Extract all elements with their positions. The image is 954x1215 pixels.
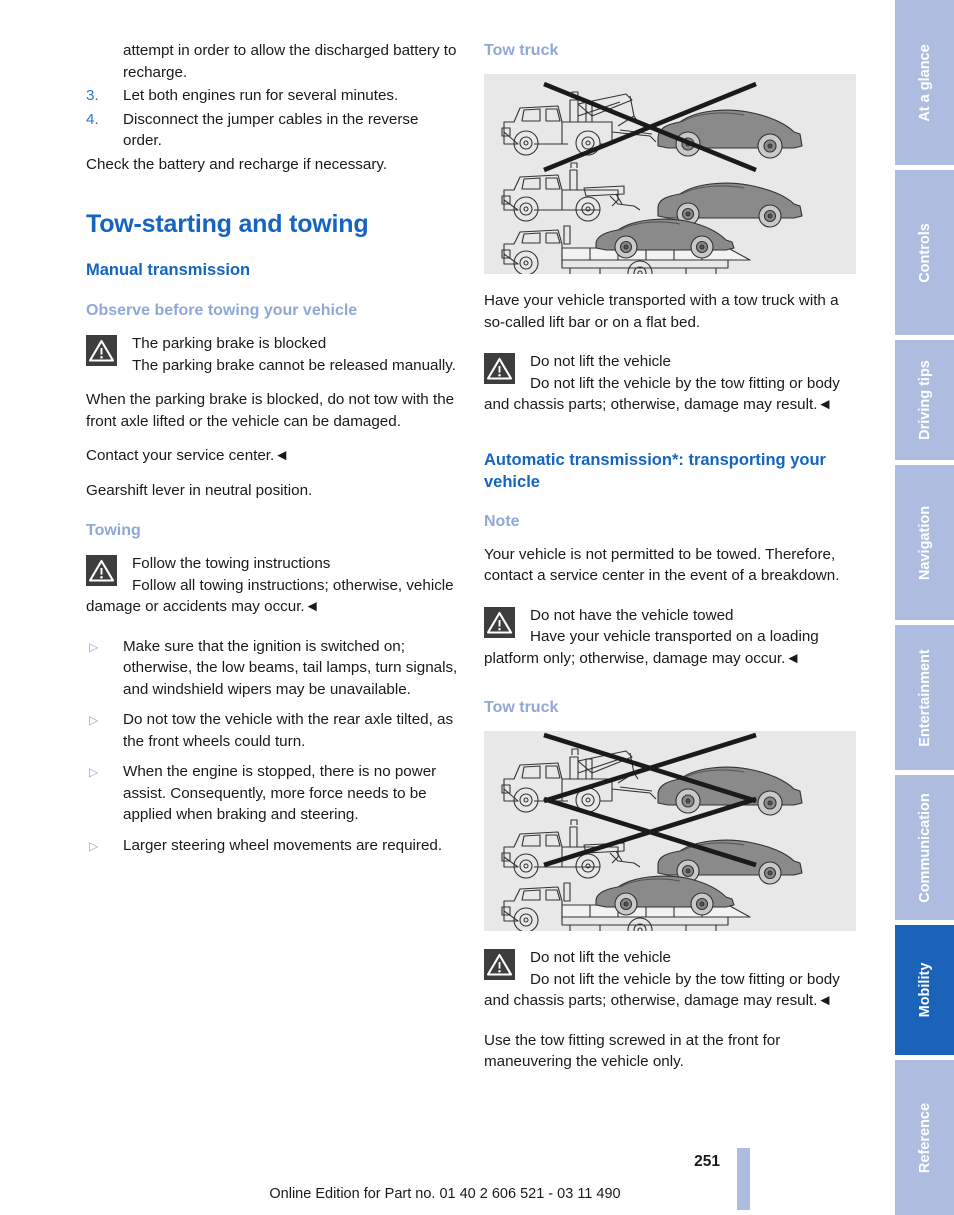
warning-body: Have your vehicle transported on a loadi… <box>484 628 819 667</box>
step-number: 3. <box>86 87 99 104</box>
figure-tow-truck-manual <box>484 74 856 274</box>
step-text: Let both engines run for several minutes… <box>123 87 399 104</box>
bullet-text: When the engine is stopped, there is no … <box>123 763 437 823</box>
warning-headline: The parking brake is blocked <box>132 335 327 352</box>
after-steps-paragraph: Check the battery and recharge if necess… <box>86 155 388 173</box>
sidebar-tab-driving-tips[interactable]: Driving tips <box>895 340 954 460</box>
triangle-bullet-icon: ▷ <box>89 713 99 727</box>
paragraph-transport-with-tow-truck: Have your vehicle transported with a tow… <box>484 292 839 331</box>
figure-tow-truck-automatic <box>484 731 856 931</box>
bullet-text: Do not tow the vehicle with the rear axl… <box>123 711 454 750</box>
triangle-bullet-icon: ▷ <box>89 765 99 779</box>
sidebar-tab-communication[interactable]: Communication <box>895 775 954 920</box>
section-tabs-sidebar: At a glance Controls Driving tips Naviga… <box>895 0 954 1215</box>
sidebar-tab-label: Reference <box>916 1102 933 1173</box>
warning-triangle-icon <box>484 606 515 638</box>
subheading-tow-truck-1: Tow truck <box>484 42 559 59</box>
warning-do-not-have-towed: Do not have the vehicle towed Have your … <box>484 605 856 670</box>
sidebar-tab-at-a-glance[interactable]: At a glance <box>895 0 954 165</box>
warning-body: Follow all towing instructions; otherwis… <box>86 576 454 616</box>
left-column: attempt in order to allow the discharged… <box>86 40 458 865</box>
warning-body: Do not lift the vehicle by the tow fitti… <box>484 970 840 1010</box>
bullet-text: Larger steering wheel movements are requ… <box>123 836 443 854</box>
paragraph-note-body: Your vehicle is not permitted to be towe… <box>484 545 840 585</box>
warning-do-not-lift-2: Do not lift the vehicle Do not lift the … <box>484 947 856 1012</box>
warning-body: Do not lift the vehicle by the tow fitti… <box>484 374 840 414</box>
warning-headline: Follow the towing instructions <box>132 555 331 572</box>
warning-triangle-icon <box>86 555 117 586</box>
sidebar-tab-entertainment[interactable]: Entertainment <box>895 625 954 770</box>
subheading-towing: Towing <box>86 522 141 539</box>
subheading-tow-truck-2: Tow truck <box>484 699 559 716</box>
subheading-observe-before-towing: Observe before towing your vehicle <box>86 302 358 319</box>
warning-triangle-icon <box>86 335 117 366</box>
list-item: ▷ When the engine is stopped, there is n… <box>86 761 458 826</box>
warning-do-not-lift-1: Do not lift the vehicle Do not lift the … <box>484 351 856 416</box>
numbered-steps-list: 3. Let both engines run for several minu… <box>86 85 458 152</box>
right-column: Tow truck Have your vehicle transported … <box>484 40 856 1086</box>
warning-triangle-icon <box>484 949 515 980</box>
warning-parking-brake: The parking brake is blocked The parking… <box>86 333 458 376</box>
page-title: Tow-starting and towing <box>86 210 369 238</box>
subheading-note: Note <box>484 512 520 530</box>
sidebar-tab-navigation[interactable]: Navigation <box>895 465 954 620</box>
section-heading-automatic-transmission: Automatic transmission*: transporting yo… <box>484 450 826 491</box>
warning-body: The parking brake cannot be released man… <box>132 356 456 374</box>
list-item: ▷ Do not tow the vehicle with the rear a… <box>86 709 458 752</box>
page-number: 251 <box>694 1153 720 1170</box>
section-heading-manual-transmission: Manual transmission <box>86 261 251 279</box>
sidebar-tab-label: Mobility <box>916 962 933 1018</box>
paragraph-contact-service: Contact your service center.◄ <box>86 447 290 464</box>
step-number: 4. <box>86 110 99 128</box>
sidebar-tab-label: At a glance <box>916 43 933 122</box>
sidebar-tab-label: Driving tips <box>916 360 933 440</box>
list-item: ▷ Make sure that the ignition is switche… <box>86 636 458 701</box>
sidebar-tab-reference[interactable]: Reference <box>895 1060 954 1215</box>
sidebar-tab-controls[interactable]: Controls <box>895 170 954 335</box>
triangle-bullet-icon: ▷ <box>89 639 99 654</box>
paragraph-gearshift: Gearshift lever in neutral position. <box>86 481 313 499</box>
sidebar-tab-label: Entertainment <box>916 648 933 747</box>
list-item: ▷ Larger steering wheel movements are re… <box>86 835 458 857</box>
sidebar-tab-mobility[interactable]: Mobility <box>895 925 954 1055</box>
warning-headline: Do not have the vehicle towed <box>530 606 734 624</box>
paragraph-tow-fitting: Use the tow fitting screwed in at the fr… <box>484 1031 781 1071</box>
sidebar-tab-label: Communication <box>916 792 933 903</box>
step-text: Disconnect the jumper cables in the reve… <box>123 110 419 150</box>
list-item: 4. Disconnect the jumper cables in the r… <box>86 109 458 152</box>
footer-edition-note: Online Edition for Part no. 01 40 2 606 … <box>269 1186 621 1202</box>
warning-headline: Do not lift the vehicle <box>530 949 671 966</box>
paragraph-parking-blocked: When the parking brake is blocked, do no… <box>86 391 455 430</box>
continued-paragraph: attempt in order to allow the discharged… <box>123 42 457 81</box>
sidebar-tab-label: Navigation <box>916 505 933 580</box>
towing-bullet-list: ▷ Make sure that the ignition is switche… <box>86 636 458 857</box>
warning-headline: Do not lift the vehicle <box>530 353 671 370</box>
sidebar-tab-label: Controls <box>916 222 933 283</box>
manual-page: attempt in order to allow the discharged… <box>0 0 954 1215</box>
warning-follow-towing-instructions: Follow the towing instructions Follow al… <box>86 553 458 618</box>
bullet-text: Make sure that the ignition is switched … <box>123 637 458 698</box>
warning-triangle-icon <box>484 353 515 384</box>
triangle-bullet-icon: ▷ <box>89 838 99 853</box>
list-item: 3. Let both engines run for several minu… <box>86 85 458 107</box>
